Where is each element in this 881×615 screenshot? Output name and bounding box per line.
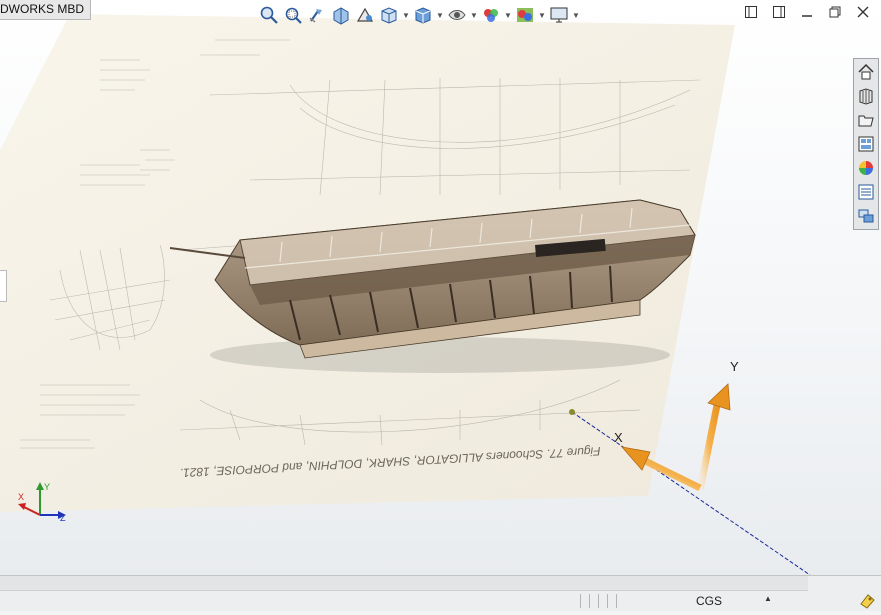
- section-view-icon[interactable]: [330, 4, 352, 26]
- chevron-down-icon[interactable]: ▼: [402, 4, 410, 26]
- window-title: DWORKS MBD: [0, 0, 91, 20]
- task-pane-tabs: [853, 58, 879, 230]
- restore-icon[interactable]: [827, 4, 843, 20]
- view-orientation-icon[interactable]: [378, 4, 400, 26]
- appearances-icon[interactable]: [855, 157, 877, 179]
- model-canvas[interactable]: Figure 77. Schooners ALLIGATOR, SHARK, D…: [0, 0, 881, 575]
- y-direction-arrow[interactable]: [696, 383, 731, 491]
- document-window-controls: [743, 4, 871, 20]
- chevron-down-icon[interactable]: ▼: [470, 4, 478, 26]
- zoom-to-fit-icon[interactable]: [258, 4, 280, 26]
- view-palette-icon[interactable]: [855, 133, 877, 155]
- heads-up-view-toolbar: ▼ ▼ ▼ ▼ ▼ ▼: [258, 2, 580, 28]
- chevron-up-icon[interactable]: ▲: [764, 594, 772, 603]
- tile-right-icon[interactable]: [771, 4, 787, 20]
- status-separators: [580, 594, 617, 608]
- graphics-area[interactable]: Figure 77. Schooners ALLIGATOR, SHARK, D…: [0, 0, 881, 575]
- design-library-icon[interactable]: [855, 85, 877, 107]
- custom-properties-icon[interactable]: [855, 181, 877, 203]
- edit-appearance-icon[interactable]: [480, 4, 502, 26]
- forum-icon[interactable]: [855, 205, 877, 227]
- file-explorer-icon[interactable]: [855, 109, 877, 131]
- y-axis-label: Y: [730, 359, 739, 374]
- triad-x-label: X: [18, 492, 24, 502]
- close-icon[interactable]: [855, 4, 871, 20]
- unit-system-selector[interactable]: CGS: [696, 594, 722, 608]
- tile-left-icon[interactable]: [743, 4, 759, 20]
- home-icon[interactable]: [855, 61, 877, 83]
- previous-view-icon[interactable]: [306, 4, 328, 26]
- chevron-down-icon[interactable]: ▼: [436, 4, 444, 26]
- display-style-icon[interactable]: [412, 4, 434, 26]
- chevron-down-icon[interactable]: ▼: [538, 4, 546, 26]
- panel-collapse-handle[interactable]: [0, 270, 7, 302]
- status-bar: CGS ▲: [0, 575, 881, 611]
- x-axis-label: X: [614, 430, 623, 445]
- zoom-to-area-icon[interactable]: [282, 4, 304, 26]
- triad-y-label: Y: [44, 482, 50, 492]
- rebuild-status-icon[interactable]: [858, 592, 876, 610]
- status-strip: [0, 576, 808, 591]
- chevron-down-icon[interactable]: ▼: [572, 4, 580, 26]
- minimize-icon[interactable]: [799, 4, 815, 20]
- triad-z-label: Z: [60, 513, 66, 523]
- view-settings-icon[interactable]: [548, 4, 570, 26]
- chevron-down-icon[interactable]: ▼: [504, 4, 512, 26]
- hide-show-items-icon[interactable]: [446, 4, 468, 26]
- dynamic-annotation-icon[interactable]: [354, 4, 376, 26]
- apply-scene-icon[interactable]: [514, 4, 536, 26]
